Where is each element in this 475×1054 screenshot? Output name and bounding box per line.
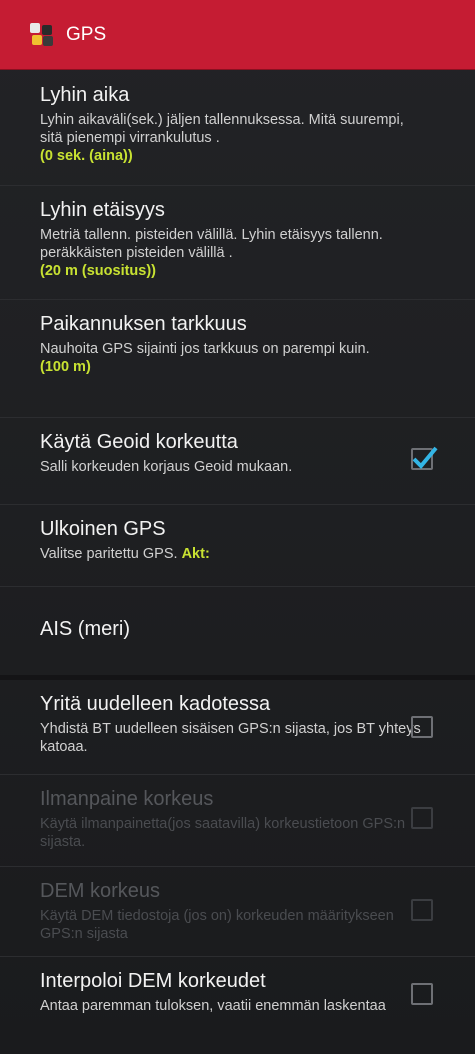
pref-external-gps[interactable]: Ulkoinen GPS Valitse paritettu GPS. Akt: (0, 505, 475, 587)
retry-checkbox[interactable] (411, 716, 433, 738)
pref-title: AIS (meri) (40, 618, 130, 640)
preference-list: Lyhin aika Lyhin aikaväli(sek.) jäljen t… (0, 71, 475, 1054)
pref-summary: Metriä tallenn. pisteiden välillä. Lyhin… (40, 227, 383, 261)
pref-title: Ulkoinen GPS (40, 518, 166, 540)
pref-title: Yritä uudelleen kadotessa (40, 693, 271, 715)
pref-location-accuracy[interactable]: Paikannuksen tarkkuus Nauhoita GPS sijai… (0, 300, 475, 418)
barometer-checkbox (411, 807, 433, 829)
pref-value: (100 m) (40, 359, 91, 375)
pref-summary: Käytä DEM tiedostoja (jos on) korkeuden … (40, 908, 394, 942)
pref-interpolate-dem[interactable]: Interpoloi DEM korkeudet Antaa paremman … (0, 957, 475, 1054)
pref-value: (20 m (suositus)) (40, 263, 157, 279)
pref-summary: Valitse paritettu GPS. Akt: (40, 545, 430, 563)
pref-summary: Lyhin aikaväli(sek.) jäljen tallennukses… (40, 112, 404, 146)
pref-title: Käytä Geoid korkeutta (40, 431, 238, 453)
pref-summary: Antaa paremman tuloksen, vaatii enemmän … (40, 998, 386, 1014)
external-gps-summary: Valitse paritettu GPS. (40, 546, 178, 562)
page-title: GPS (66, 23, 107, 45)
pref-title: Interpoloi DEM korkeudet (40, 970, 266, 992)
geoid-checkbox[interactable] (411, 446, 438, 470)
pref-min-time[interactable]: Lyhin aika Lyhin aikaväli(sek.) jäljen t… (0, 71, 475, 186)
pref-title: Lyhin aika (40, 84, 130, 106)
action-bar: GPS (0, 0, 475, 70)
pref-summary: Nauhoita GPS sijainti jos tarkkuus on pa… (40, 341, 370, 357)
pref-dem-height: DEM korkeus Käytä DEM tiedostoja (jos on… (0, 867, 475, 957)
active-gps-label: Akt: (181, 546, 210, 562)
checkmark-icon (412, 446, 438, 469)
app-logo-icon (30, 22, 56, 47)
pref-title: Ilmanpaine korkeus (40, 788, 214, 810)
pref-geoid-height[interactable]: Käytä Geoid korkeutta Salli korkeuden ko… (0, 418, 475, 505)
pref-title: Paikannuksen tarkkuus (40, 313, 247, 335)
pref-barometer-height: Ilmanpaine korkeus Käytä ilmanpainetta(j… (0, 775, 475, 867)
pref-title: Lyhin etäisyys (40, 199, 165, 221)
settings-screen: GPS Lyhin aika Lyhin aikaväli(sek.) jälj… (0, 0, 475, 1054)
pref-summary: Käytä ilmanpainetta(jos saatavilla) kork… (40, 816, 406, 850)
dem-checkbox (411, 899, 433, 921)
interpolate-checkbox[interactable] (411, 983, 433, 1005)
pref-ais[interactable]: AIS (meri) (0, 587, 475, 675)
pref-title: DEM korkeus (40, 880, 161, 902)
pref-value: (0 sek. (aina)) (40, 148, 133, 164)
pref-summary: Yhdistä BT uudelleen sisäisen GPS:n sija… (40, 721, 421, 755)
pref-summary: Salli korkeuden korjaus Geoid mukaan. (40, 459, 293, 475)
pref-min-distance[interactable]: Lyhin etäisyys Metriä tallenn. pisteiden… (0, 186, 475, 300)
pref-retry-lost[interactable]: Yritä uudelleen kadotessa Yhdistä BT uud… (0, 680, 475, 775)
